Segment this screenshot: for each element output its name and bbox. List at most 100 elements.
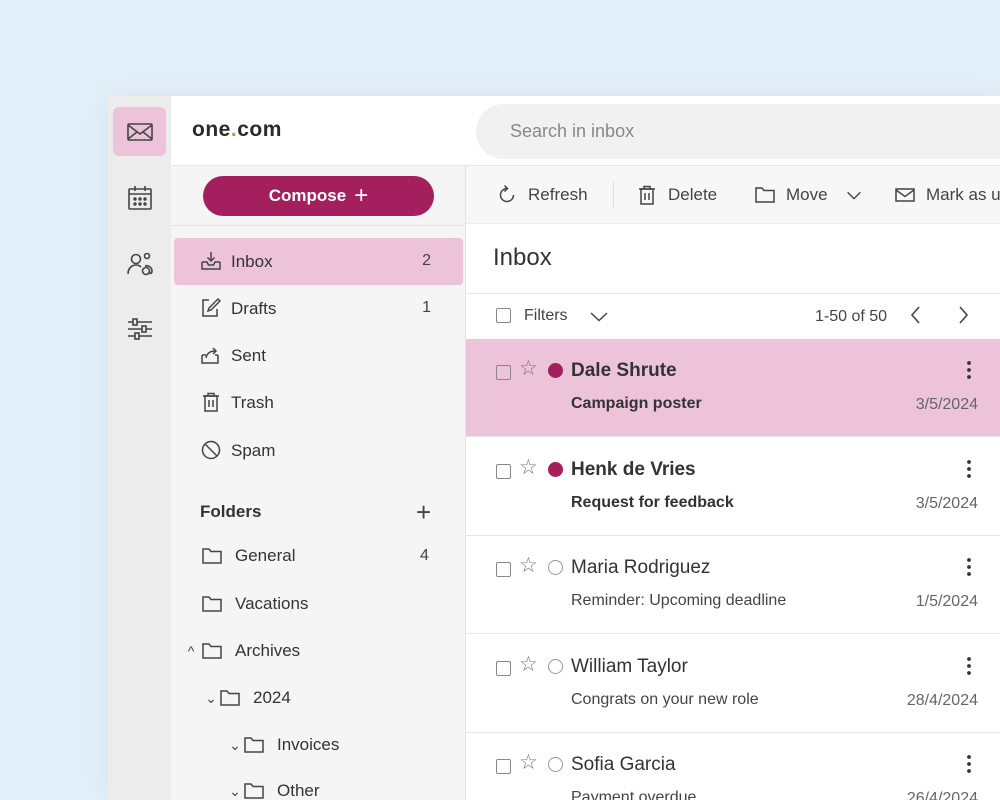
- rail-settings-button[interactable]: [113, 304, 166, 353]
- email-subject: Payment overdue: [571, 789, 697, 800]
- drafts-icon: [202, 297, 222, 317]
- email-sender: Sofia Garcia: [571, 754, 676, 775]
- folder-item-general[interactable]: General 4: [185, 541, 429, 571]
- folders-heading: Folders: [200, 502, 262, 521]
- brand-logo[interactable]: one.com: [192, 118, 282, 142]
- inbox-icon: [201, 252, 221, 270]
- read-dot-icon[interactable]: [548, 560, 563, 575]
- email-row[interactable]: ☆ Dale Shrute Campaign poster 3/5/2024: [466, 339, 1000, 437]
- chevron-down-icon[interactable]: ⌄: [203, 690, 219, 707]
- row-checkbox[interactable]: [496, 463, 511, 479]
- more-vertical-icon[interactable]: [962, 458, 976, 480]
- folder-icon: [755, 187, 775, 203]
- email-sender: Henk de Vries: [571, 458, 696, 480]
- folder-icon: [202, 596, 222, 612]
- app-rail: [108, 96, 171, 800]
- folder-sidebar: Compose + Inbox 2 Drafts 1 Sent Trash Sp…: [171, 166, 466, 800]
- folder-item-invoices[interactable]: ⌄ Invoices: [227, 730, 339, 760]
- folder-icon: [244, 783, 264, 799]
- message-list-pane: Refresh Delete Move Mark as u Inbox Filt…: [466, 166, 1000, 800]
- email-row[interactable]: ☆ Henk de Vries Request for feedback 3/5/20…: [466, 437, 1000, 536]
- email-subject: Campaign poster: [571, 395, 702, 412]
- unread-dot-icon[interactable]: [548, 363, 563, 378]
- chevron-right-icon[interactable]: [952, 304, 974, 326]
- sent-icon: [201, 347, 219, 364]
- email-date: 28/4/2024: [906, 691, 978, 709]
- sidebar-item-inbox[interactable]: Inbox 2: [174, 238, 463, 285]
- more-vertical-icon[interactable]: [962, 655, 976, 677]
- unread-dot-icon[interactable]: [548, 461, 563, 477]
- folder-item-other[interactable]: ⌄ Other: [227, 776, 319, 800]
- sidebar-item-sent[interactable]: Sent: [174, 332, 463, 379]
- compose-label: Compose: [268, 186, 347, 205]
- search-input[interactable]: Search in inbox: [476, 104, 1000, 159]
- rail-mail-button[interactable]: [113, 107, 166, 156]
- more-vertical-icon[interactable]: [962, 556, 976, 578]
- star-icon[interactable]: ☆: [519, 457, 538, 478]
- refresh-button[interactable]: Refresh: [496, 166, 588, 224]
- read-dot-icon[interactable]: [548, 757, 563, 772]
- top-header: one.com Search in inbox: [171, 96, 1000, 166]
- email-date: 26/4/2024: [906, 790, 978, 800]
- email-sender: Dale Shrute: [571, 360, 677, 381]
- sidebar-item-trash[interactable]: Trash: [174, 379, 463, 426]
- email-row[interactable]: ☆ William Taylor Congrats on your new role…: [466, 634, 1000, 733]
- chevron-down-icon: [846, 191, 861, 200]
- email-sender: William Taylor: [571, 655, 688, 677]
- folder-icon: [220, 690, 240, 706]
- email-row[interactable]: ☆ Sofia Garcia Payment overdue 26/4/2024: [466, 733, 1000, 800]
- read-dot-icon[interactable]: [548, 658, 563, 674]
- folder-icon: [244, 737, 264, 753]
- search-placeholder: Search in inbox: [510, 121, 635, 141]
- row-checkbox[interactable]: [496, 759, 511, 774]
- filter-bar: Filters 1-50 of 50: [466, 294, 1000, 338]
- chevron-down-icon[interactable]: ⌄: [227, 783, 243, 800]
- row-checkbox[interactable]: [496, 660, 511, 676]
- folder-item-archives[interactable]: ^ Archives: [181, 636, 300, 666]
- folder-icon: [202, 643, 222, 659]
- rail-contacts-button[interactable]: [113, 239, 166, 288]
- move-button[interactable]: Move: [754, 166, 864, 224]
- folder-item-2024[interactable]: ⌄ 2024: [203, 683, 291, 713]
- sidebar-item-spam[interactable]: Spam: [174, 427, 463, 474]
- chevron-up-icon[interactable]: ^: [181, 643, 201, 659]
- email-sender: Maria Rodriguez: [571, 557, 711, 578]
- chevron-left-icon[interactable]: [905, 304, 927, 326]
- star-icon[interactable]: ☆: [519, 752, 538, 773]
- message-toolbar: Refresh Delete Move Mark as u: [466, 166, 1000, 224]
- contacts-icon: [126, 252, 153, 275]
- chevron-down-icon[interactable]: ⌄: [227, 737, 243, 754]
- refresh-icon: [499, 184, 515, 203]
- filters-dropdown[interactable]: Filters: [524, 307, 568, 325]
- delete-button[interactable]: Delete: [636, 166, 717, 224]
- mail-icon: [895, 188, 915, 202]
- unread-count: 2: [422, 252, 431, 269]
- toolbar-divider: [613, 182, 614, 208]
- rail-calendar-button[interactable]: [113, 173, 166, 222]
- add-folder-button[interactable]: +: [416, 499, 431, 525]
- mail-app-window: one.com Search in inbox Compose + Inbox …: [108, 96, 1000, 800]
- row-checkbox[interactable]: [496, 365, 511, 380]
- email-subject: Request for feedback: [571, 493, 734, 511]
- mark-as-button[interactable]: Mark as u: [894, 166, 1000, 224]
- mail-icon: [126, 122, 153, 141]
- calendar-icon: [127, 185, 152, 210]
- more-vertical-icon[interactable]: [962, 753, 976, 775]
- star-icon[interactable]: ☆: [519, 654, 538, 675]
- email-date: 1/5/2024: [915, 593, 978, 610]
- select-all-checkbox[interactable]: [496, 308, 511, 323]
- divider: [171, 225, 466, 226]
- trash-icon: [203, 392, 219, 412]
- sidebar-item-drafts[interactable]: Drafts 1: [174, 285, 463, 332]
- chevron-down-icon[interactable]: [588, 305, 610, 327]
- row-checkbox[interactable]: [496, 562, 511, 577]
- star-icon[interactable]: ☆: [519, 358, 538, 379]
- trash-icon: [639, 185, 655, 205]
- page-title: Inbox: [493, 244, 552, 271]
- compose-button[interactable]: Compose +: [203, 176, 434, 216]
- email-date: 3/5/2024: [915, 494, 978, 512]
- more-vertical-icon[interactable]: [962, 359, 976, 381]
- email-row[interactable]: ☆ Maria Rodriguez Reminder: Upcoming deadl…: [466, 536, 1000, 634]
- folder-item-vacations[interactable]: Vacations: [185, 589, 308, 619]
- star-icon[interactable]: ☆: [519, 555, 538, 576]
